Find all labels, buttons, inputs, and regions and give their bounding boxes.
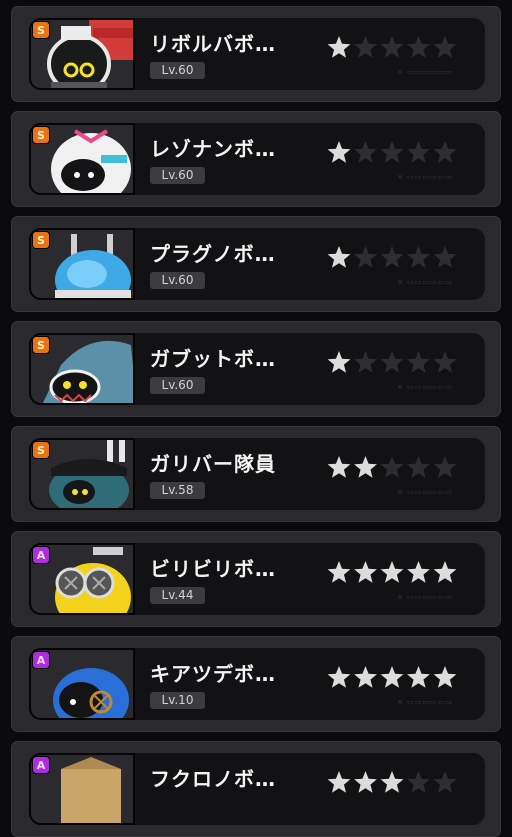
unit-tag: × ▭▭▭▭▭▭: [397, 698, 453, 706]
unit-card[interactable]: S ガリバー隊員 Lv.58 × ▭▭▭▭▭▭: [11, 426, 501, 522]
star-empty-icon: [380, 351, 404, 373]
unit-tag: × ▭▭▭▭▭▭: [397, 593, 453, 601]
unit-card[interactable]: A フクロノボ…: [11, 741, 501, 837]
unit-card[interactable]: A ビリビリボ… Lv.44 × ▭▭▭▭▭▭: [11, 531, 501, 627]
star-filled-icon: [433, 666, 457, 688]
unit-name: ガブットボ…: [150, 347, 276, 371]
unit-tag: × ▭▭▭▭▭▭: [397, 488, 453, 496]
star-empty-icon: [380, 36, 404, 58]
unit-card[interactable]: S レゾナンボ… Lv.60 × ▭▭▭▭▭▭: [11, 111, 501, 207]
star-filled-icon: [407, 666, 430, 688]
star-rating: [327, 139, 457, 167]
star-filled-icon: [380, 666, 404, 688]
unit-card-body: S ガブットボ… Lv.60 × ▭▭▭▭▭▭: [29, 333, 485, 405]
star-empty-icon: [433, 36, 457, 58]
unit-card-body: A キアツデボ… Lv.10 × ▭▭▭▭▭▭: [29, 648, 485, 720]
rank-badge: S: [33, 22, 49, 38]
rank-badge: S: [33, 232, 49, 248]
star-rating: [327, 34, 457, 62]
star-empty-icon: [433, 351, 457, 373]
star-filled-icon: [380, 561, 404, 583]
level-badge: Lv.60: [150, 167, 205, 184]
unit-card-body: S プラグノボ… Lv.60 × ▭▭▭▭▭▭: [29, 228, 485, 300]
unit-tag: × ▭▭▭▭▭▭: [397, 173, 453, 181]
star-filled-icon: [327, 351, 351, 373]
star-filled-icon: [354, 771, 377, 793]
rank-badge: S: [33, 127, 49, 143]
unit-name: フクロノボ…: [150, 767, 276, 791]
unit-card[interactable]: S ガブットボ… Lv.60 × ▭▭▭▭▭▭: [11, 321, 501, 417]
star-empty-icon: [407, 36, 430, 58]
unit-card-body: S リボルバボ… Lv.60 × ▭▭▭▭▭▭: [29, 18, 485, 90]
rank-badge: A: [33, 652, 49, 668]
star-empty-icon: [433, 246, 457, 268]
star-empty-icon: [354, 246, 377, 268]
star-filled-icon: [407, 561, 430, 583]
star-filled-icon: [327, 666, 351, 688]
star-empty-icon: [433, 456, 457, 478]
star-empty-icon: [380, 141, 404, 163]
unit-tag: × ▭▭▭▭▭▭: [397, 278, 453, 286]
unit-tag: × ▭▭▭▭▭▭: [397, 383, 453, 391]
unit-card[interactable]: A キアツデボ… Lv.10 × ▭▭▭▭▭▭: [11, 636, 501, 732]
star-empty-icon: [407, 141, 430, 163]
star-rating: [327, 454, 457, 482]
rank-badge: A: [33, 547, 49, 563]
star-rating: [327, 349, 457, 377]
unit-name: レゾナンボ…: [150, 137, 276, 161]
star-filled-icon: [327, 36, 351, 58]
unit-card-body: A フクロノボ…: [29, 753, 485, 825]
rank-badge: S: [33, 442, 49, 458]
star-empty-icon: [354, 351, 377, 373]
unit-name: ビリビリボ…: [150, 557, 276, 581]
star-empty-icon: [354, 36, 377, 58]
level-badge: Lv.44: [150, 587, 205, 604]
star-rating: [327, 559, 457, 587]
unit-card[interactable]: S リボルバボ… Lv.60 × ▭▭▭▭▭▭: [11, 6, 501, 102]
star-filled-icon: [380, 771, 404, 793]
star-rating: [327, 769, 457, 797]
star-empty-icon: [433, 141, 457, 163]
star-empty-icon: [380, 456, 404, 478]
level-badge: Lv.60: [150, 377, 205, 394]
star-filled-icon: [433, 561, 457, 583]
star-empty-icon: [380, 246, 404, 268]
unit-card-body: S ガリバー隊員 Lv.58 × ▭▭▭▭▭▭: [29, 438, 485, 510]
unit-card-body: S レゾナンボ… Lv.60 × ▭▭▭▭▭▭: [29, 123, 485, 195]
unit-card-body: A ビリビリボ… Lv.44 × ▭▭▭▭▭▭: [29, 543, 485, 615]
star-filled-icon: [327, 456, 351, 478]
level-badge: Lv.60: [150, 272, 205, 289]
star-empty-icon: [354, 141, 377, 163]
star-filled-icon: [354, 456, 377, 478]
star-filled-icon: [327, 771, 351, 793]
unit-card[interactable]: S プラグノボ… Lv.60 × ▭▭▭▭▭▭: [11, 216, 501, 312]
level-badge: Lv.58: [150, 482, 205, 499]
unit-name: キアツデボ…: [150, 662, 276, 686]
star-rating: [327, 244, 457, 272]
star-filled-icon: [354, 666, 377, 688]
star-empty-icon: [407, 351, 430, 373]
unit-name: ガリバー隊員: [150, 452, 276, 476]
star-empty-icon: [407, 456, 430, 478]
level-badge: Lv.60: [150, 62, 205, 79]
star-filled-icon: [354, 561, 377, 583]
unit-tag: × ▭▭▭▭▭▭: [397, 68, 453, 76]
star-filled-icon: [327, 246, 351, 268]
rank-badge: A: [33, 757, 49, 773]
star-empty-icon: [407, 771, 430, 793]
star-filled-icon: [327, 561, 351, 583]
level-badge: Lv.10: [150, 692, 205, 709]
star-filled-icon: [327, 141, 351, 163]
star-rating: [327, 664, 457, 692]
rank-badge: S: [33, 337, 49, 353]
star-empty-icon: [433, 771, 457, 793]
star-empty-icon: [407, 246, 430, 268]
unit-name: プラグノボ…: [150, 242, 276, 266]
unit-name: リボルバボ…: [150, 32, 276, 56]
